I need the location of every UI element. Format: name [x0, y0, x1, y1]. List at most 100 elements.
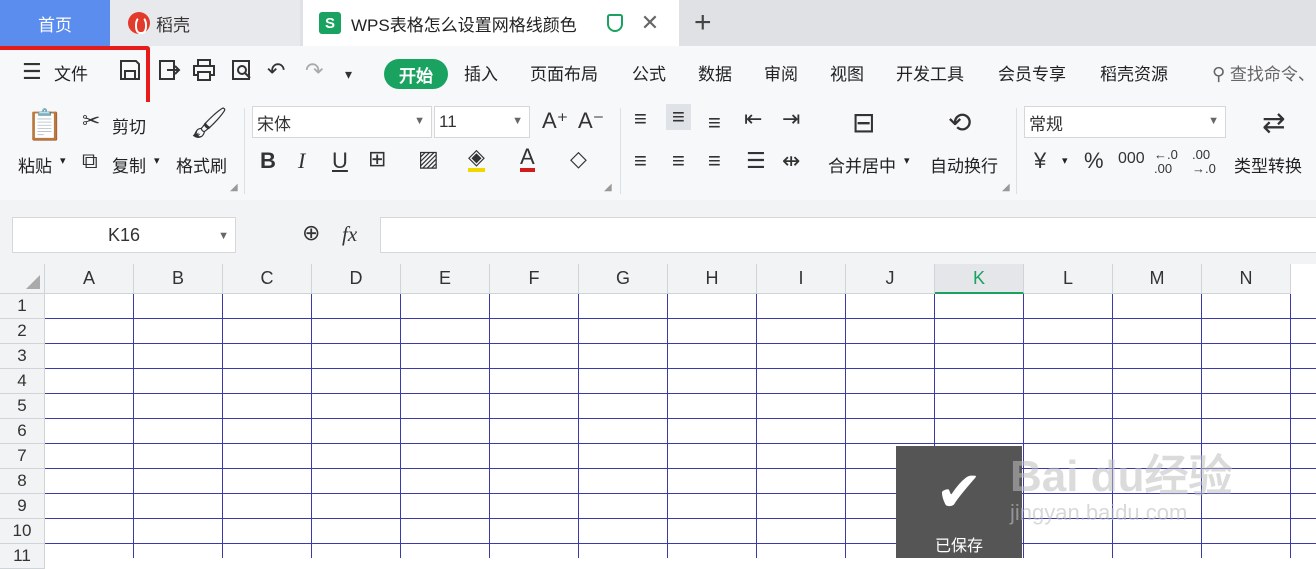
align-bottom-icon[interactable]: ≡ — [708, 110, 721, 136]
new-tab-plus-icon[interactable]: + — [694, 6, 712, 40]
bold-icon[interactable]: B — [260, 148, 276, 174]
row-header[interactable]: 10 — [0, 519, 45, 544]
justify-icon[interactable]: ☰ — [746, 148, 766, 174]
type-convert-icon[interactable]: ⇄ — [1262, 106, 1285, 139]
align-center-icon[interactable]: ≡ — [672, 148, 685, 174]
decrease-decimal-icon[interactable]: .00 →.0 — [1192, 148, 1216, 176]
tab-insert[interactable]: 插入 — [464, 60, 498, 85]
redo-icon[interactable]: ↷ — [305, 58, 323, 84]
decrease-font-icon[interactable]: A⁻ — [578, 108, 604, 134]
increase-decimal-icon[interactable]: ←.0.00 — [1154, 148, 1178, 176]
type-convert-button[interactable]: 类型转换 — [1234, 152, 1302, 177]
paste-icon[interactable]: 📋 — [26, 108, 63, 143]
thousands-separator-button[interactable]: 000 — [1118, 150, 1145, 168]
row-header[interactable]: 2 — [0, 319, 45, 344]
currency-button[interactable]: ¥ — [1034, 148, 1046, 174]
column-header[interactable]: F — [490, 264, 579, 294]
font-expand-icon[interactable]: ◢ — [604, 182, 612, 193]
clipboard-expand-icon[interactable]: ◢ — [230, 182, 238, 193]
column-header[interactable]: N — [1202, 264, 1291, 294]
column-header[interactable]: I — [757, 264, 846, 294]
wrap-text-button[interactable]: 自动换行 — [930, 152, 998, 177]
borders-icon[interactable]: ⊞ — [368, 146, 386, 172]
column-header[interactable]: M — [1113, 264, 1202, 294]
cut-button[interactable]: 剪切 — [112, 113, 146, 138]
copy-icon[interactable]: ⧉ — [82, 148, 98, 174]
tab-document[interactable]: S WPS表格怎么设置网格线颜色 ✕ — [303, 0, 679, 46]
name-box[interactable]: K16 ▼ — [12, 217, 236, 253]
wrap-text-icon[interactable]: ⟲ — [948, 106, 971, 139]
merge-center-button[interactable]: 合并居中 — [828, 152, 896, 177]
tab-review[interactable]: 审阅 — [764, 60, 798, 85]
scissors-icon[interactable]: ✂ — [82, 108, 100, 134]
column-header[interactable]: C — [223, 264, 312, 294]
copy-button[interactable]: 复制 — [112, 152, 146, 177]
fill-color-icon[interactable]: ◈ — [468, 146, 485, 172]
print-icon[interactable] — [192, 58, 216, 88]
paste-dropdown-icon[interactable]: ▾ — [60, 154, 66, 167]
column-header[interactable]: E — [401, 264, 490, 294]
tab-daoke[interactable]: 稻壳 — [110, 0, 300, 46]
cell-style-icon[interactable]: ▨ — [418, 146, 439, 172]
paste-button[interactable]: 粘贴 — [18, 152, 52, 177]
zoom-icon[interactable]: ⊕ — [302, 220, 320, 246]
undo-icon[interactable]: ↶ — [267, 58, 285, 84]
tab-data[interactable]: 数据 — [698, 60, 732, 85]
merge-dropdown-icon[interactable]: ▾ — [904, 154, 910, 167]
tab-formulas[interactable]: 公式 — [632, 60, 666, 85]
tab-start[interactable]: 开始 — [384, 59, 448, 89]
underline-icon[interactable]: U — [332, 148, 348, 174]
column-header[interactable]: J — [846, 264, 935, 294]
format-painter-button[interactable]: 格式刷 — [176, 152, 227, 177]
row-header[interactable]: 3 — [0, 344, 45, 369]
column-header[interactable]: B — [134, 264, 223, 294]
chevron-down-icon[interactable]: ▾ — [345, 61, 352, 87]
row-header[interactable]: 8 — [0, 469, 45, 494]
column-header[interactable]: L — [1024, 264, 1113, 294]
font-size-select[interactable]: 11 ▼ — [434, 106, 530, 138]
tab-developer[interactable]: 开发工具 — [896, 60, 964, 85]
column-header[interactable]: G — [579, 264, 668, 294]
currency-dropdown-icon[interactable]: ▾ — [1062, 154, 1068, 167]
tab-home[interactable]: 首页 — [0, 0, 110, 46]
select-all-corner[interactable] — [0, 264, 45, 294]
number-format-select[interactable]: 常规 ▼ — [1024, 106, 1226, 138]
row-header[interactable]: 4 — [0, 369, 45, 394]
distribute-icon[interactable]: ⇹ — [782, 148, 800, 174]
column-header[interactable]: K — [935, 264, 1024, 294]
italic-icon[interactable]: I — [298, 148, 305, 174]
column-header[interactable]: H — [668, 264, 757, 294]
align-right-icon[interactable]: ≡ — [708, 148, 721, 174]
tab-member[interactable]: 会员专享 — [998, 60, 1066, 85]
decrease-indent-icon[interactable]: ⇤ — [744, 106, 762, 132]
tab-daoke-resources[interactable]: 稻壳资源 — [1100, 60, 1168, 85]
row-header[interactable]: 9 — [0, 494, 45, 519]
row-header[interactable]: 6 — [0, 419, 45, 444]
row-header[interactable]: 11 — [0, 544, 45, 569]
percent-button[interactable]: % — [1084, 148, 1104, 174]
align-middle-icon[interactable]: ≡ — [666, 104, 691, 130]
row-header[interactable]: 7 — [0, 444, 45, 469]
font-name-select[interactable]: 宋体 ▼ — [252, 106, 432, 138]
close-icon[interactable]: ✕ — [641, 10, 659, 36]
alignment-expand-icon[interactable]: ◢ — [1002, 182, 1010, 193]
copy-dropdown-icon[interactable]: ▾ — [154, 154, 160, 167]
column-header[interactable]: A — [45, 264, 134, 294]
fx-button[interactable]: fx — [342, 222, 357, 247]
tab-view[interactable]: 视图 — [830, 60, 864, 85]
column-header[interactable]: D — [312, 264, 401, 294]
tab-page-layout[interactable]: 页面布局 — [530, 60, 598, 85]
font-color-icon[interactable]: A — [520, 146, 535, 172]
format-painter-icon[interactable]: 🖌 — [190, 106, 228, 141]
print-preview-icon[interactable] — [230, 58, 254, 88]
command-search[interactable]: ⚲ 查找命令、 — [1212, 60, 1315, 85]
row-header[interactable]: 5 — [0, 394, 45, 419]
export-icon[interactable] — [157, 58, 181, 88]
align-top-icon[interactable]: ≡ — [634, 106, 647, 132]
clear-format-icon[interactable]: ◇ — [570, 146, 587, 172]
align-left-icon[interactable]: ≡ — [634, 148, 647, 174]
row-header[interactable]: 1 — [0, 294, 45, 319]
increase-indent-icon[interactable]: ⇥ — [782, 106, 800, 132]
increase-font-icon[interactable]: A⁺ — [542, 108, 568, 134]
merge-center-icon[interactable]: ⊟ — [852, 106, 875, 139]
